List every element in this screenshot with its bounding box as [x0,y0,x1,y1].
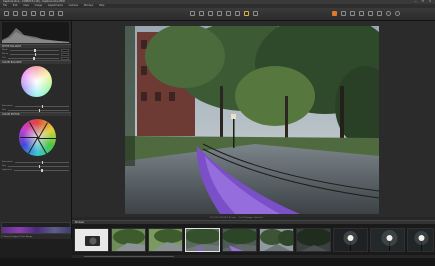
skin-tone-swatches[interactable] [1,222,71,234]
toolbar-right-group [332,11,400,18]
histogram [2,22,69,43]
thumbnail[interactable] [259,228,294,252]
thumbnail-selected[interactable] [185,228,220,252]
thumbnail-image [408,229,433,251]
wheel-spoke [28,121,38,138]
details-icon[interactable] [49,11,54,16]
wb-mode-label: Mode [2,49,8,51]
thumbnail[interactable] [111,228,146,252]
editor-saturation-label: Saturation [2,161,13,163]
selection-count: 1 of 16 Images Selected [238,217,263,219]
color-editor-area [0,116,71,160]
thumbnail-image [260,229,293,251]
wheel-spoke [28,137,38,154]
balance-saturation-slider[interactable] [14,104,69,108]
menu-window[interactable]: Window [84,4,93,7]
menu-image[interactable]: Image [35,4,43,7]
editor-lightness-row: Lightness [0,168,71,172]
histogram-graph [2,28,69,43]
color-editor-wheel[interactable] [19,119,56,156]
editor-saturation-slider[interactable] [14,160,69,164]
menu-camera[interactable]: Camera [69,4,78,7]
crop-icon[interactable] [217,11,222,16]
filmstrip [72,224,435,258]
thumbnail[interactable] [148,228,183,252]
thumbnail[interactable] [370,228,405,252]
thumbnail-image [334,229,367,251]
thumbnail[interactable] [333,228,368,252]
brush-icon[interactable] [244,11,249,16]
menu-edit[interactable]: Edit [13,4,18,7]
exposure-icon[interactable] [31,11,36,16]
color-balance-area [0,64,71,104]
toolbar-left-group [4,11,63,18]
menu-view[interactable]: View [23,4,29,7]
grid-overlay-icon[interactable] [377,11,382,16]
editor-hue-label: Hue [2,165,7,167]
main-photo[interactable] [125,26,379,214]
balance-hue-label: Hue [2,109,7,111]
adjustments-icon[interactable] [58,11,63,16]
editor-lightness-label: Lightness [2,169,12,171]
unclipped-range-label: Show Unclipped Color Range [3,236,33,238]
grid-view-icon[interactable] [332,11,337,16]
wb-kelvin-value[interactable] [61,52,69,56]
window-bottom-edge [0,258,435,266]
park-path-photo [125,26,379,214]
wb-kelvin-label: Kelvin [2,53,9,55]
exposure-warning-icon[interactable] [368,11,373,16]
wheel-spoke [37,121,47,138]
editor-lightness-slider[interactable] [13,168,69,172]
menu-adjustments[interactable]: Adjustments [48,4,63,7]
thumbnail-image [371,229,404,251]
color-range-gradient [2,227,71,233]
toolbar [0,8,435,21]
toolbar-cursor-tools [190,11,258,18]
wb-tint-slider[interactable] [7,56,59,60]
thumbnail-image [112,229,145,251]
pan-icon[interactable] [199,11,204,16]
color-balance-wheel[interactable] [21,66,52,97]
wb-mode-value[interactable] [61,48,69,52]
compare-icon[interactable] [350,11,355,16]
menu-file[interactable]: File [3,4,7,7]
balance-hue-slider[interactable] [8,108,69,112]
wb-mode-slider[interactable] [9,48,59,52]
menu-help[interactable]: Help [99,4,104,7]
proof-icon[interactable] [359,11,364,16]
thumbnail[interactable] [74,228,109,252]
thumbnail-image [223,229,256,251]
tool-panel: WHITE BALANCE Mode Kelvin Tint COLOR BAL… [0,21,72,239]
wb-kelvin-slider[interactable] [10,52,59,56]
thumbnail-image [186,229,219,251]
thumbnail[interactable] [407,228,434,252]
wb-tint-value[interactable] [61,56,69,60]
library-icon[interactable] [4,11,9,16]
pointer-icon[interactable] [190,11,195,16]
zoom-icon[interactable] [208,11,213,16]
wheel-spoke [37,137,47,154]
rotate-icon[interactable] [226,11,231,16]
thumbnail-image [297,229,330,251]
thumbnail[interactable] [296,228,331,252]
viewer [72,21,435,217]
editor-hue-slider[interactable] [8,164,69,168]
help-icon[interactable] [395,11,400,16]
viewer-icon[interactable] [341,11,346,16]
thumbnail-image [75,229,108,251]
window-title: Capture One - CORVICS (16) - Capture One… [3,0,65,3]
keystone-icon[interactable] [235,11,240,16]
lens-icon[interactable] [40,11,45,16]
balance-saturation-label: Saturation [2,105,13,107]
unclipped-range-checkbox[interactable]: ☐ Show Unclipped Color Range [1,235,32,239]
eraser-icon[interactable] [253,11,258,16]
photo-meta: ISO 100 1/25 f/8.0 35 mm [210,217,236,219]
color-icon[interactable] [22,11,27,16]
capture-icon[interactable] [13,11,18,16]
thumbnail[interactable] [222,228,257,252]
focus-icon[interactable] [386,11,391,16]
thumbnail-image [149,229,182,251]
wb-tint-label: Tint [2,57,6,59]
